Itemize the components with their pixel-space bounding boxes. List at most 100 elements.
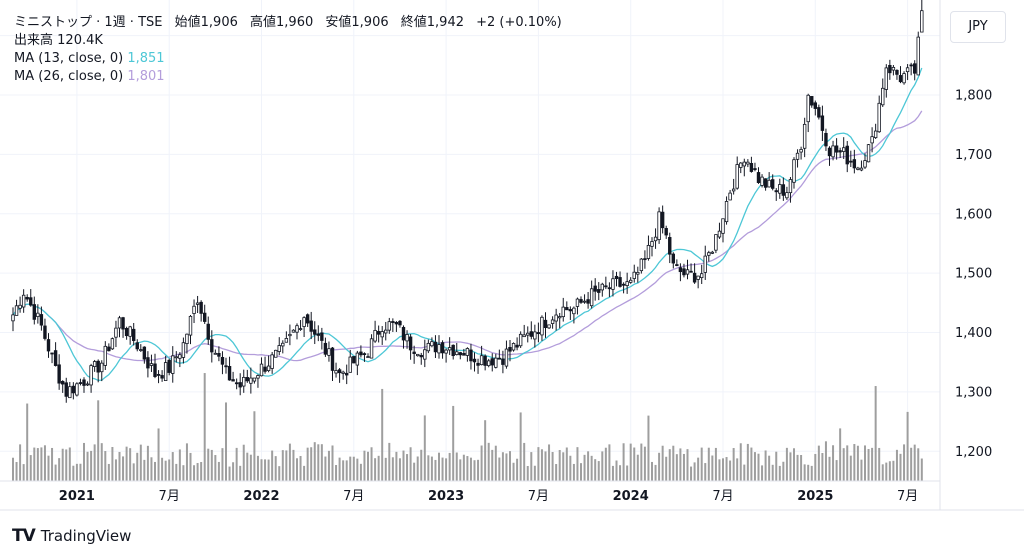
candle-body (597, 289, 601, 293)
candle-body (558, 316, 562, 319)
volume-bar (842, 448, 845, 481)
ma13-path (12, 67, 923, 381)
candle-body (547, 324, 551, 329)
candle-body (408, 336, 413, 351)
candle-body (288, 333, 292, 337)
candle-body (423, 349, 427, 360)
candle-body (447, 347, 452, 351)
volume-bar (164, 460, 167, 481)
candle-body (71, 385, 76, 394)
volume-bar (580, 463, 582, 481)
candle-body (53, 350, 58, 366)
candle-body (842, 147, 846, 152)
volume-bar (608, 444, 611, 481)
candle-body (39, 314, 44, 326)
volume-bar (175, 463, 178, 481)
volume-bar (700, 447, 703, 481)
candle-body (426, 342, 431, 352)
volume-bar (718, 459, 721, 481)
volume-bar (423, 415, 426, 481)
close-value: 1,942 (426, 15, 464, 30)
candle-body (905, 67, 910, 73)
volume-bar (856, 445, 859, 481)
candle-body (163, 362, 168, 381)
candle-body (785, 192, 789, 199)
volume-bar (494, 445, 497, 481)
candle-body (511, 343, 516, 351)
volume-bar (459, 459, 462, 481)
volume-bar (828, 456, 831, 481)
volume-bar (714, 447, 717, 481)
volume-bar (267, 459, 270, 481)
ma13-row: MA (13, close, 0) 1,851 (14, 50, 562, 68)
candle-body (533, 331, 537, 340)
candle-body (334, 370, 338, 374)
volume-bar (704, 463, 707, 481)
y-tick-label: 1,200 (955, 445, 992, 460)
candle-body (522, 334, 526, 338)
candle-body (398, 320, 402, 326)
candle-body (891, 66, 896, 71)
candle-body (401, 326, 406, 341)
volume-bar (455, 452, 458, 481)
volume-bar (477, 459, 480, 481)
candle-body (359, 351, 363, 356)
candle-body (710, 251, 715, 254)
volume-bar (466, 456, 469, 481)
volume-bar (182, 465, 185, 481)
volume-bar (327, 450, 330, 481)
candle-body (465, 348, 470, 356)
volume-bar (83, 442, 85, 481)
candle-body (675, 264, 679, 267)
volume-bar (647, 415, 650, 481)
volume-bar (349, 456, 352, 481)
candle-body (64, 382, 68, 397)
volume-bar (381, 388, 384, 481)
candle-body (771, 179, 775, 189)
candle-body (632, 271, 636, 279)
candle-body (107, 346, 111, 352)
candle-body (497, 357, 502, 360)
candle-body (575, 298, 580, 307)
volume-bar (906, 411, 909, 481)
volume-bar (132, 463, 135, 481)
volume-bar (750, 447, 753, 481)
candle-body (707, 252, 711, 256)
candle-body (731, 188, 736, 192)
volume-bar (72, 465, 75, 481)
candle-body (756, 172, 761, 183)
volume-bar (771, 464, 774, 481)
volume-bar (441, 457, 444, 481)
volume-bar (615, 460, 618, 481)
volume-bar (239, 465, 242, 481)
candle-body (153, 363, 157, 377)
ma26-line (12, 110, 923, 362)
volume-bar (303, 465, 306, 481)
chart-legend: ミニストップ · 1週 · TSE 始値1,906 高値1,960 安値1,90… (14, 14, 562, 86)
volume-bar (214, 455, 217, 481)
volume-bar (839, 428, 842, 481)
x-axis-ticks: 2021 7月 2022 7月 2023 7月 2024 7月 2025 7月 (59, 489, 918, 504)
candle-body (103, 345, 107, 366)
candle-body (199, 301, 203, 314)
volume-bar (157, 428, 160, 481)
candle-body (639, 258, 644, 272)
candle-body (21, 294, 26, 308)
volume-bar (764, 450, 767, 481)
candle-body (316, 333, 320, 336)
candle-body (749, 162, 754, 172)
volume-bar (413, 462, 416, 481)
candle-body (486, 360, 491, 367)
volume-bar (548, 444, 551, 481)
currency-button[interactable]: JPY (950, 11, 1006, 43)
candle-body (593, 285, 597, 292)
volume-bar (427, 455, 430, 481)
volume-bar (445, 458, 448, 481)
volume-bar (90, 450, 93, 481)
volume-bar (899, 453, 902, 481)
candle-body (586, 299, 590, 304)
volume-bar (260, 459, 263, 481)
tradingview-brand[interactable]: TV TradingView (12, 526, 131, 546)
volume-bar (711, 455, 714, 481)
candle-body (600, 283, 604, 291)
